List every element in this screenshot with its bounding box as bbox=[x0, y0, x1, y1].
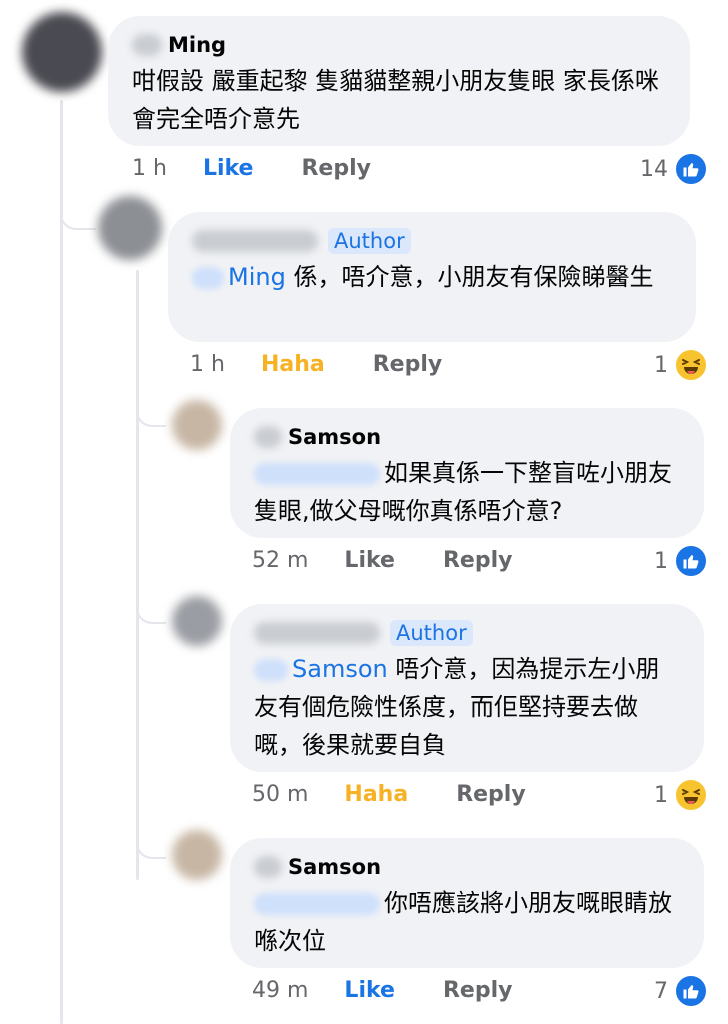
timestamp[interactable]: 49 m bbox=[252, 978, 308, 1003]
reaction-summary[interactable]: 1 bbox=[654, 544, 708, 578]
like-icon bbox=[674, 544, 708, 578]
comment-actions: 52 m Like Reply bbox=[252, 548, 560, 573]
comment-header: Samson bbox=[254, 854, 680, 880]
author-badge: Author bbox=[390, 620, 473, 646]
like-button[interactable]: Like bbox=[344, 548, 395, 573]
reaction-summary[interactable]: 1 bbox=[654, 348, 708, 382]
timestamp[interactable]: 50 m bbox=[252, 782, 308, 807]
blurred-name bbox=[254, 426, 282, 448]
blurred-mention bbox=[192, 267, 224, 289]
thread-elbow-reply-4 bbox=[136, 815, 166, 859]
like-button[interactable]: Like bbox=[344, 978, 395, 1003]
commenter-name[interactable]: Samson bbox=[288, 425, 381, 449]
comment-actions: 1 h Like Reply bbox=[132, 156, 419, 181]
comment-text: 你唔應該將小朋友嘅眼睛放喺次位 bbox=[254, 884, 680, 960]
blurred-name bbox=[192, 230, 318, 252]
commenter-name[interactable]: Ming bbox=[168, 33, 226, 57]
avatar[interactable] bbox=[22, 12, 102, 92]
reply-button[interactable]: Reply bbox=[443, 548, 513, 573]
haha-icon bbox=[674, 778, 708, 812]
comment-text: Samson 唔介意，因為提示左小朋友有個危險性係度，而佢堅持要去做嘅，後果就要… bbox=[254, 650, 680, 764]
like-icon bbox=[674, 974, 708, 1008]
reply-button[interactable]: Reply bbox=[301, 156, 371, 181]
reaction-count: 1 bbox=[654, 352, 668, 378]
comment-bubble: Author Ming 係，唔介意，小朋友有保險睇醫生 bbox=[168, 212, 696, 342]
reaction-count: 1 bbox=[654, 548, 668, 574]
comment-bubble: Author Samson 唔介意，因為提示左小朋友有個危險性係度，而佢堅持要去… bbox=[230, 604, 704, 772]
blurred-name bbox=[254, 856, 282, 878]
thread-line-main bbox=[60, 100, 63, 1024]
reaction-count: 14 bbox=[640, 156, 668, 182]
like-icon bbox=[674, 152, 708, 186]
comment-bubble: Ming 咁假設 嚴重起黎 隻貓貓整親小朋友隻眼 家長係咪會完全唔介意先 bbox=[108, 16, 690, 146]
comment-actions: 50 m Haha Reply bbox=[252, 782, 574, 807]
comment-header: Author bbox=[192, 228, 672, 254]
author-badge: Author bbox=[328, 228, 411, 254]
blurred-mention bbox=[254, 659, 288, 681]
mention-link[interactable]: Ming bbox=[228, 263, 286, 291]
reaction-count: 1 bbox=[654, 782, 668, 808]
haha-icon bbox=[674, 348, 708, 382]
reply-button[interactable]: Reply bbox=[373, 352, 443, 377]
comment-bubble: Samson 你唔應該將小朋友嘅眼睛放喺次位 bbox=[230, 838, 704, 968]
comment-body: 係，唔介意，小朋友有保險睇醫生 bbox=[293, 263, 654, 291]
comment-header: Author bbox=[254, 620, 680, 646]
avatar[interactable] bbox=[172, 830, 222, 880]
comment-text: 咁假設 嚴重起黎 隻貓貓整親小朋友隻眼 家長係咪會完全唔介意先 bbox=[132, 67, 659, 133]
blurred-mention bbox=[254, 463, 380, 485]
reply-button[interactable]: Reply bbox=[443, 978, 513, 1003]
comment-actions: 1 h Haha Reply bbox=[190, 352, 490, 377]
reaction-summary[interactable]: 14 bbox=[640, 152, 708, 186]
comment-header: Ming bbox=[132, 32, 666, 58]
blurred-name bbox=[254, 622, 380, 644]
thread-elbow-reply-1 bbox=[60, 190, 96, 230]
timestamp[interactable]: 1 h bbox=[132, 156, 167, 181]
thread-elbow-reply-2 bbox=[136, 385, 166, 427]
reply-button[interactable]: Reply bbox=[456, 782, 526, 807]
haha-button[interactable]: Haha bbox=[344, 782, 408, 807]
thread-line-sub bbox=[136, 270, 139, 880]
comment-header: Samson bbox=[254, 424, 680, 450]
timestamp[interactable]: 52 m bbox=[252, 548, 308, 573]
mention-link[interactable]: Samson bbox=[292, 655, 388, 683]
blurred-mention bbox=[254, 893, 380, 915]
comment-text: 如果真係一下整盲咗小朋友隻眼,做父母嘅你真係唔介意? bbox=[254, 454, 680, 530]
like-button[interactable]: Like bbox=[203, 156, 254, 181]
commenter-name[interactable]: Samson bbox=[288, 855, 381, 879]
avatar[interactable] bbox=[98, 196, 162, 260]
comment-bubble: Samson 如果真係一下整盲咗小朋友隻眼,做父母嘅你真係唔介意? bbox=[230, 408, 704, 538]
comment-actions: 49 m Like Reply bbox=[252, 978, 560, 1003]
haha-button[interactable]: Haha bbox=[261, 352, 325, 377]
thread-elbow-reply-3 bbox=[136, 580, 166, 624]
reaction-summary[interactable]: 1 bbox=[654, 778, 708, 812]
timestamp[interactable]: 1 h bbox=[190, 352, 225, 377]
avatar[interactable] bbox=[172, 596, 222, 646]
blurred-name bbox=[132, 34, 162, 56]
reaction-summary[interactable]: 7 bbox=[654, 974, 708, 1008]
reaction-count: 7 bbox=[654, 978, 668, 1004]
comment-text: Ming 係，唔介意，小朋友有保險睇醫生 bbox=[192, 258, 672, 296]
avatar[interactable] bbox=[172, 400, 222, 450]
